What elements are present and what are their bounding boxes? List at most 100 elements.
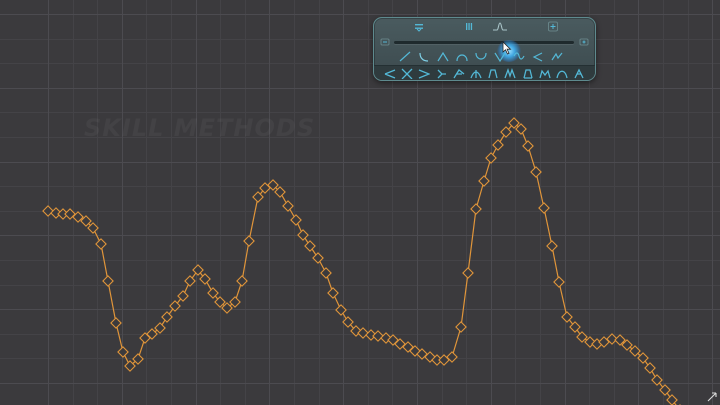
- keyframe-diamond[interactable]: [546, 240, 558, 252]
- icon-stroke: [419, 68, 431, 79]
- icon-stroke: [384, 68, 396, 79]
- preset-button[interactable]: [555, 67, 569, 79]
- keyframe-diamond[interactable]: [297, 229, 309, 241]
- peak-icon: [551, 52, 563, 60]
- wave-icon: [513, 51, 525, 60]
- bell-curve-icon: [493, 21, 507, 31]
- keyframe-diamond[interactable]: [252, 191, 264, 203]
- minus-icon[interactable]: [380, 37, 390, 47]
- keyframe-diamond[interactable]: [485, 152, 497, 164]
- add-button[interactable]: [546, 20, 560, 32]
- shape-button[interactable]: [550, 50, 564, 62]
- shape-button[interactable]: [474, 50, 488, 62]
- preset-button[interactable]: [538, 67, 552, 79]
- keyframe-diamond[interactable]: [335, 304, 347, 316]
- keyframe-diamond[interactable]: [304, 240, 316, 252]
- pause-bars-icon: [466, 22, 473, 30]
- icon-stroke: [551, 52, 563, 60]
- keyframe-diamond[interactable]: [229, 296, 241, 308]
- tool-palette[interactable]: [373, 17, 596, 81]
- keyframe-diamond[interactable]: [553, 276, 565, 288]
- keyframe-group[interactable]: [42, 117, 686, 405]
- preset-button[interactable]: [486, 67, 500, 79]
- preset-1-icon: [384, 68, 396, 79]
- preset-6-icon: [470, 69, 482, 78]
- preset-button[interactable]: [503, 67, 517, 79]
- preset-9-icon: [522, 68, 533, 79]
- icon-stroke: [556, 70, 568, 78]
- palette-slider-row: [374, 34, 595, 62]
- keyframe-diamond[interactable]: [154, 322, 166, 334]
- keyframe-diamond[interactable]: [478, 175, 490, 187]
- preset-button[interactable]: [435, 67, 449, 79]
- icon-stroke: [522, 68, 533, 79]
- preset-button[interactable]: [469, 67, 483, 79]
- pause-bars-button[interactable]: [462, 20, 476, 32]
- keyframe-diamond[interactable]: [42, 205, 54, 217]
- keyframe-diamond[interactable]: [110, 317, 122, 329]
- keyframe-diamond[interactable]: [236, 275, 248, 287]
- shape-button[interactable]: [455, 50, 469, 62]
- preset-8-icon: [504, 67, 516, 78]
- keyframe-diamond[interactable]: [492, 139, 504, 151]
- keyframe-diamond[interactable]: [666, 394, 678, 405]
- keyframe-diamond[interactable]: [161, 311, 173, 323]
- shape-button[interactable]: [436, 50, 450, 62]
- keyframe-diamond[interactable]: [538, 202, 550, 214]
- keyframe-diamond[interactable]: [327, 287, 339, 299]
- keyframe-diamond[interactable]: [530, 166, 542, 178]
- icon-stroke: [399, 51, 411, 61]
- flatten-button[interactable]: [412, 20, 426, 32]
- icon-stroke: [574, 68, 584, 78]
- keyframe-diamond[interactable]: [290, 214, 302, 226]
- icon-stroke: [475, 52, 487, 60]
- shape-button[interactable]: [398, 50, 412, 62]
- keyframe-diamond[interactable]: [320, 267, 332, 279]
- icon-stroke: [437, 51, 449, 61]
- keyframe-diamond[interactable]: [576, 331, 588, 343]
- keyframe-diamond[interactable]: [372, 330, 384, 342]
- bell-curve-button[interactable]: [491, 20, 509, 32]
- keyframe-diamond[interactable]: [312, 252, 324, 264]
- tension-slider[interactable]: [394, 40, 574, 62]
- keyframe-diamond[interactable]: [644, 362, 656, 374]
- keyframe-diamond[interactable]: [184, 275, 196, 287]
- preset-button[interactable]: [521, 67, 535, 79]
- keyframe-diamond[interactable]: [102, 275, 114, 287]
- preset-10-icon: [539, 69, 551, 78]
- icon-stroke: [513, 51, 525, 60]
- keyframe-diamond[interactable]: [207, 287, 219, 299]
- preset-5-icon: [453, 68, 465, 78]
- dip-icon: [475, 52, 487, 60]
- keyframe-diamond[interactable]: [455, 321, 467, 333]
- chevron-left-icon: [532, 51, 543, 62]
- icon-stroke: [419, 52, 429, 62]
- preset-button[interactable]: [400, 67, 414, 79]
- keyframe-diamond[interactable]: [192, 264, 204, 276]
- keyframe-diamond[interactable]: [243, 235, 255, 247]
- keyframe-diamond[interactable]: [95, 238, 107, 250]
- keyframe-diamond[interactable]: [199, 273, 211, 285]
- preset-button[interactable]: [417, 67, 431, 79]
- animation-curve[interactable]: [0, 0, 720, 405]
- preset-3-icon: [419, 68, 431, 79]
- keyframe-diamond[interactable]: [470, 203, 482, 215]
- shape-button[interactable]: [417, 50, 431, 62]
- shape-button[interactable]: [512, 50, 526, 62]
- linear-icon: [399, 51, 411, 61]
- icon-stroke: [401, 68, 413, 79]
- keyframe-diamond[interactable]: [462, 267, 474, 279]
- shape-button[interactable]: [531, 50, 545, 62]
- preset-4-icon: [437, 69, 446, 78]
- plus-icon: [548, 21, 558, 31]
- icon-stroke: [532, 51, 543, 62]
- preset-7-icon: [488, 68, 498, 78]
- keyframe-diamond[interactable]: [117, 346, 129, 358]
- keyframe-diamond[interactable]: [522, 140, 534, 152]
- preset-button[interactable]: [452, 67, 466, 79]
- keyframe-diamond[interactable]: [282, 200, 294, 212]
- curve-editor-canvas[interactable]: SKILL METHODS: [0, 0, 720, 405]
- plus-icon[interactable]: [579, 37, 589, 47]
- preset-button[interactable]: [572, 67, 586, 79]
- preset-button[interactable]: [383, 67, 397, 79]
